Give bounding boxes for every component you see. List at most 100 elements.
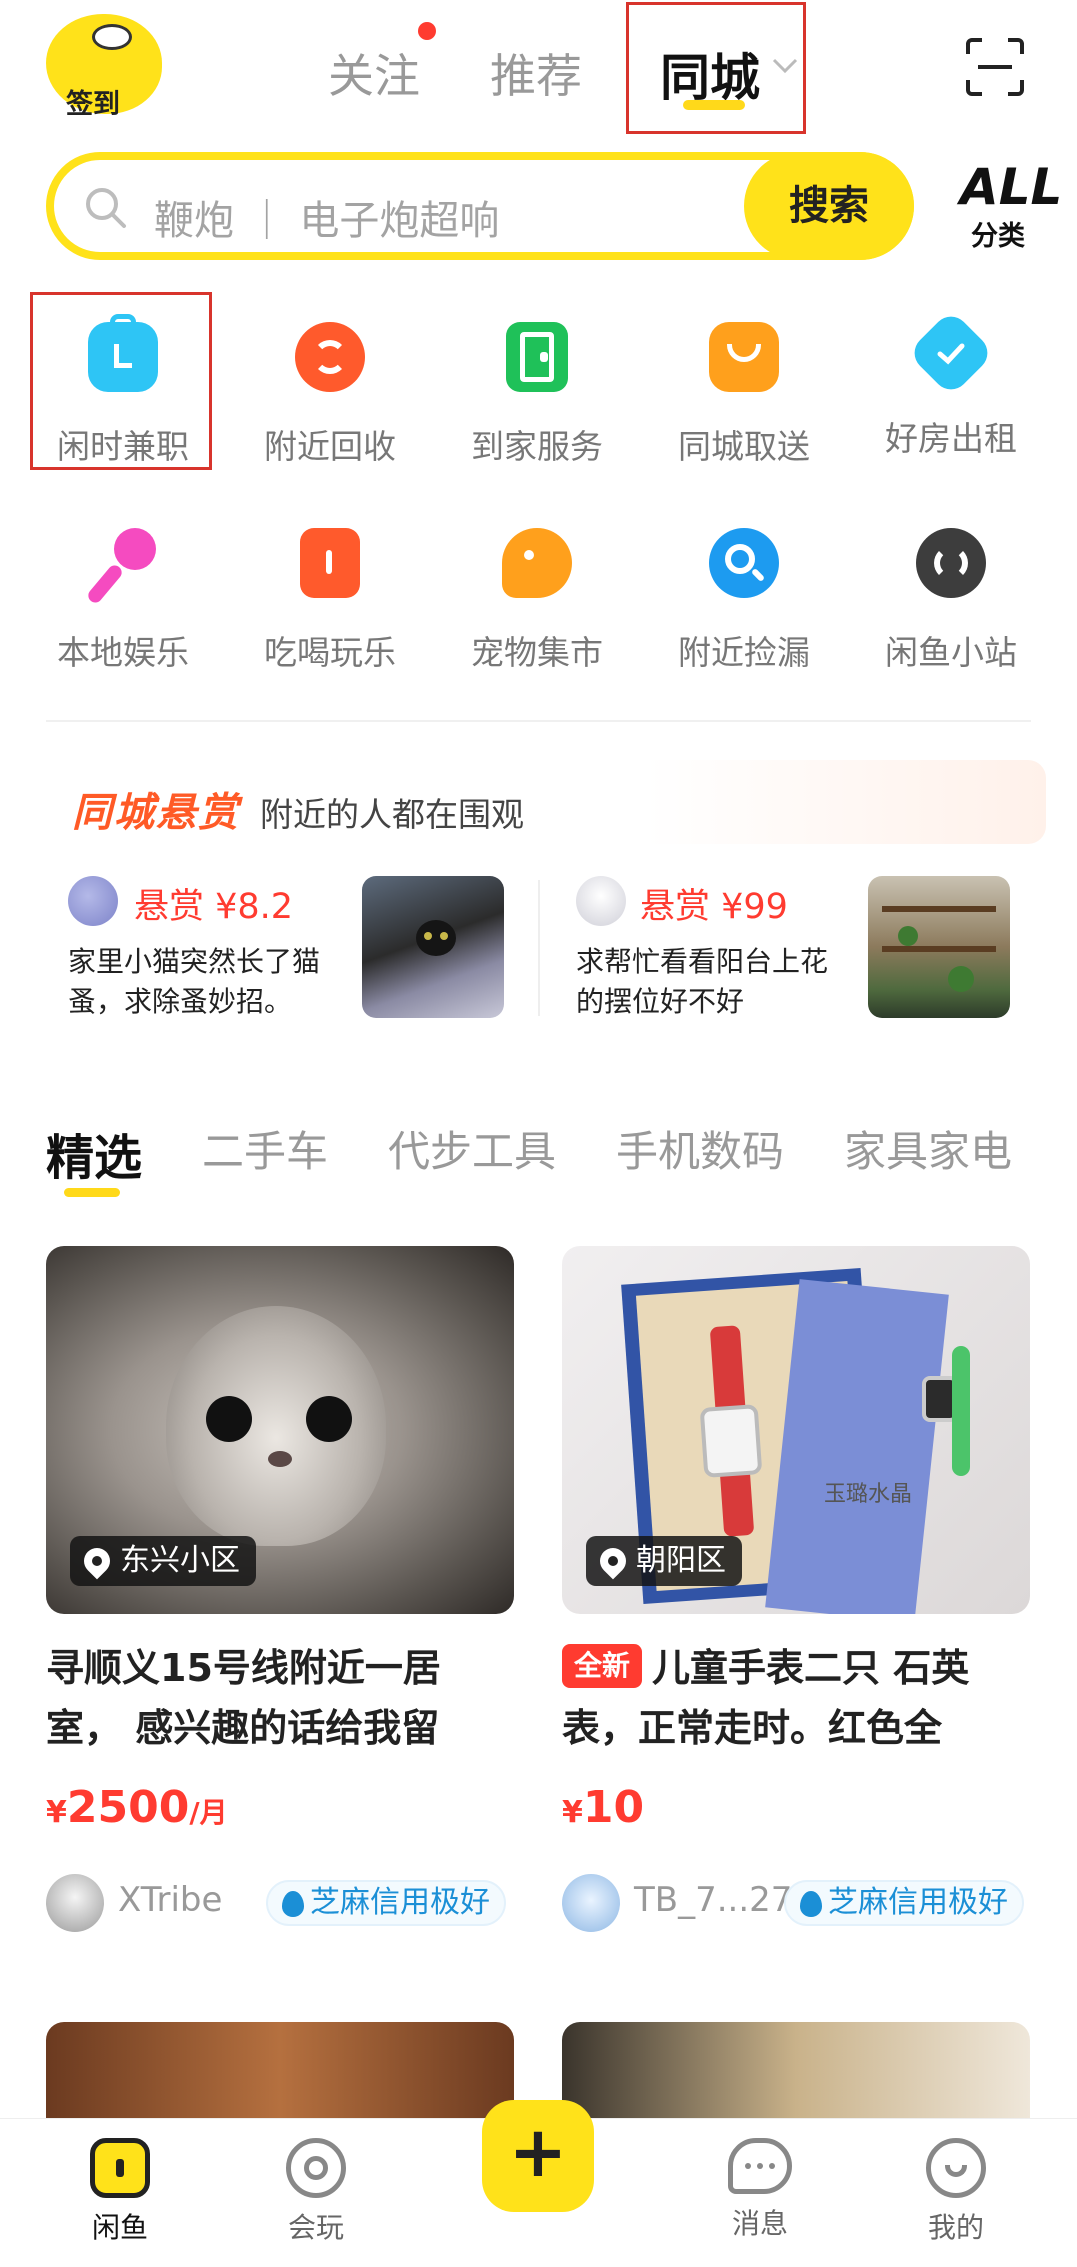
bounty-separator bbox=[538, 880, 540, 1016]
chat-icon bbox=[728, 2138, 792, 2194]
grid-item-label: 到家服务 bbox=[471, 427, 603, 466]
nav-label: 我的 bbox=[927, 2211, 984, 2244]
mascot-face bbox=[92, 24, 132, 50]
smile-icon bbox=[926, 2138, 986, 2198]
search-placeholder[interactable]: 鞭炮 ｜ 电子炮超响 bbox=[154, 188, 499, 246]
nav-home[interactable]: 闲鱼 bbox=[50, 2138, 190, 2246]
grid-item-bargains[interactable]: 附近捡漏 bbox=[649, 528, 839, 674]
credit-badge: 芝麻信用极好 bbox=[266, 1880, 506, 1926]
grid-item-rental[interactable]: 好房出租 bbox=[856, 309, 1046, 460]
tab-featured[interactable]: 精选 bbox=[46, 1118, 142, 1188]
section-divider bbox=[46, 720, 1031, 722]
cat-thumbnail bbox=[362, 876, 504, 1018]
grid-item-label: 附近回收 bbox=[264, 427, 396, 466]
tab-recommend[interactable]: 推荐 bbox=[490, 40, 582, 106]
grid-item-label: 本地娱乐 bbox=[57, 633, 189, 672]
category-label: 分类 bbox=[971, 221, 1025, 252]
grid-highlight-box bbox=[30, 292, 212, 470]
sign-in-badge[interactable]: 签到 bbox=[46, 14, 162, 120]
box-brand-text: 玉璐水晶 bbox=[824, 1482, 913, 1507]
grid-item-home-service[interactable]: 到家服务 bbox=[442, 322, 632, 468]
bag-icon bbox=[709, 322, 779, 392]
publish-button[interactable]: + bbox=[482, 2100, 594, 2212]
grid-item-entertainment[interactable]: 本地娱乐 bbox=[28, 528, 218, 674]
price: ¥2500/月 bbox=[46, 1782, 228, 1833]
tab-furniture[interactable]: 家具家电 bbox=[844, 1118, 1012, 1179]
nav-label: 消息 bbox=[731, 2207, 788, 2240]
tab-scooters[interactable]: 代步工具 bbox=[388, 1118, 556, 1179]
seller-name[interactable]: TB_7...27 bbox=[634, 1880, 792, 1920]
nav-label: 会玩 bbox=[287, 2211, 344, 2244]
price-symbol: ¥ bbox=[562, 1795, 583, 1830]
card-title-line1: 全新 儿童手表二只 石英 bbox=[562, 1638, 1032, 1698]
price-unit: /月 bbox=[189, 1796, 228, 1829]
location-pin-icon bbox=[594, 1542, 632, 1580]
credit-text: 芝麻信用极好 bbox=[828, 1885, 1008, 1920]
price-value: 10 bbox=[582, 1782, 645, 1833]
tab-digital[interactable]: 手机数码 bbox=[616, 1118, 784, 1179]
grid-item-label: 吃喝玩乐 bbox=[264, 633, 396, 672]
credit-badge: 芝麻信用极好 bbox=[784, 1880, 1024, 1926]
price: ¥10 bbox=[562, 1782, 644, 1833]
nav-label: 闲鱼 bbox=[91, 2211, 148, 2244]
card-title-text: 儿童手表二只 石英 bbox=[652, 1646, 970, 1690]
avatar bbox=[68, 876, 118, 926]
location-text: 朝阳区 bbox=[636, 1543, 726, 1578]
search-bar[interactable]: 鞭炮 ｜ 电子炮超响 搜索 bbox=[46, 152, 914, 260]
location-badge: 朝阳区 bbox=[586, 1536, 742, 1586]
home-fish-icon bbox=[90, 2138, 150, 2198]
nav-me[interactable]: 我的 bbox=[886, 2138, 1026, 2246]
category-underline bbox=[64, 1188, 120, 1197]
scan-icon[interactable] bbox=[964, 36, 1026, 98]
grid-item-food-fun[interactable]: 吃喝玩乐 bbox=[235, 528, 425, 674]
product-card-next[interactable] bbox=[562, 2022, 1030, 2122]
avatar bbox=[562, 1874, 620, 1932]
search-icon bbox=[86, 188, 126, 228]
plus-icon: + bbox=[508, 2111, 568, 2193]
new-tag: 全新 bbox=[562, 1644, 643, 1688]
grid-item-pets[interactable]: 宠物集市 bbox=[442, 528, 632, 674]
grid-item-label: 同城取送 bbox=[678, 427, 810, 466]
card-title-line2: 室， 感兴趣的话给我留 bbox=[46, 1706, 440, 1750]
grid-item-recycle[interactable]: 附近回收 bbox=[235, 322, 425, 468]
grid-item-label: 闲鱼小站 bbox=[885, 633, 1017, 672]
product-card-next[interactable] bbox=[46, 2022, 514, 2122]
grid-item-label: 宠物集市 bbox=[471, 633, 603, 672]
tab-follow[interactable]: 关注 bbox=[328, 40, 420, 106]
bounty-desc-line2: 的摆位好不好 bbox=[576, 985, 745, 1018]
tab-highlight-box bbox=[626, 2, 806, 134]
product-card[interactable]: 玉璐水晶 朝阳区 全新 儿童手表二只 石英 表，正常走时。红色全 ¥10 TB_7… bbox=[562, 1246, 1032, 1936]
all-label: ALL bbox=[960, 158, 1063, 216]
location-text: 东兴小区 bbox=[120, 1543, 240, 1578]
nav-fun[interactable]: 会玩 bbox=[246, 2138, 386, 2246]
station-icon bbox=[916, 528, 986, 598]
circle-icon bbox=[286, 2138, 346, 2198]
house-check-icon bbox=[907, 309, 995, 397]
price-symbol: ¥ bbox=[46, 1795, 67, 1830]
bounty-item[interactable]: 悬赏 ¥99 求帮忙看看阳台上花 的摆位好不好 bbox=[552, 868, 882, 1028]
all-categories-button[interactable]: ALL 分类 bbox=[960, 158, 1063, 253]
nav-messages[interactable]: 消息 bbox=[690, 2138, 830, 2242]
bounty-title: 同城悬赏 bbox=[72, 790, 240, 836]
search-button[interactable]: 搜索 bbox=[744, 152, 914, 260]
recycle-icon bbox=[295, 322, 365, 392]
product-card[interactable]: 东兴小区 寻顺义15号线附近一居 室， 感兴趣的话给我留 ¥2500/月 XTr… bbox=[46, 1246, 516, 1936]
avatar bbox=[576, 876, 626, 926]
card-title-line1: 寻顺义15号线附近一居 bbox=[46, 1646, 441, 1690]
grid-item-delivery[interactable]: 同城取送 bbox=[649, 322, 839, 468]
seller-name[interactable]: XTribe bbox=[118, 1880, 222, 1920]
water-drop-icon bbox=[800, 1891, 822, 1917]
bounty-amount: 悬赏 ¥8.2 bbox=[134, 887, 294, 927]
credit-text: 芝麻信用极好 bbox=[310, 1885, 490, 1920]
grid-item-station[interactable]: 闲鱼小站 bbox=[856, 528, 1046, 674]
bounty-amount: 悬赏 ¥99 bbox=[640, 887, 788, 927]
bounty-subtitle: 附近的人都在围观 bbox=[260, 795, 524, 834]
bounty-desc-line1: 求帮忙看看阳台上花 bbox=[576, 945, 829, 978]
balcony-plants-thumbnail bbox=[868, 876, 1010, 1018]
price-value: 2500 bbox=[66, 1782, 190, 1833]
tab-used-cars[interactable]: 二手车 bbox=[202, 1118, 328, 1179]
door-icon bbox=[506, 322, 568, 392]
water-drop-icon bbox=[282, 1891, 304, 1917]
bounty-desc-line1: 家里小猫突然长了猫 bbox=[68, 945, 321, 978]
bounty-desc-line2: 蚤，求除蚤妙招。 bbox=[68, 985, 293, 1018]
